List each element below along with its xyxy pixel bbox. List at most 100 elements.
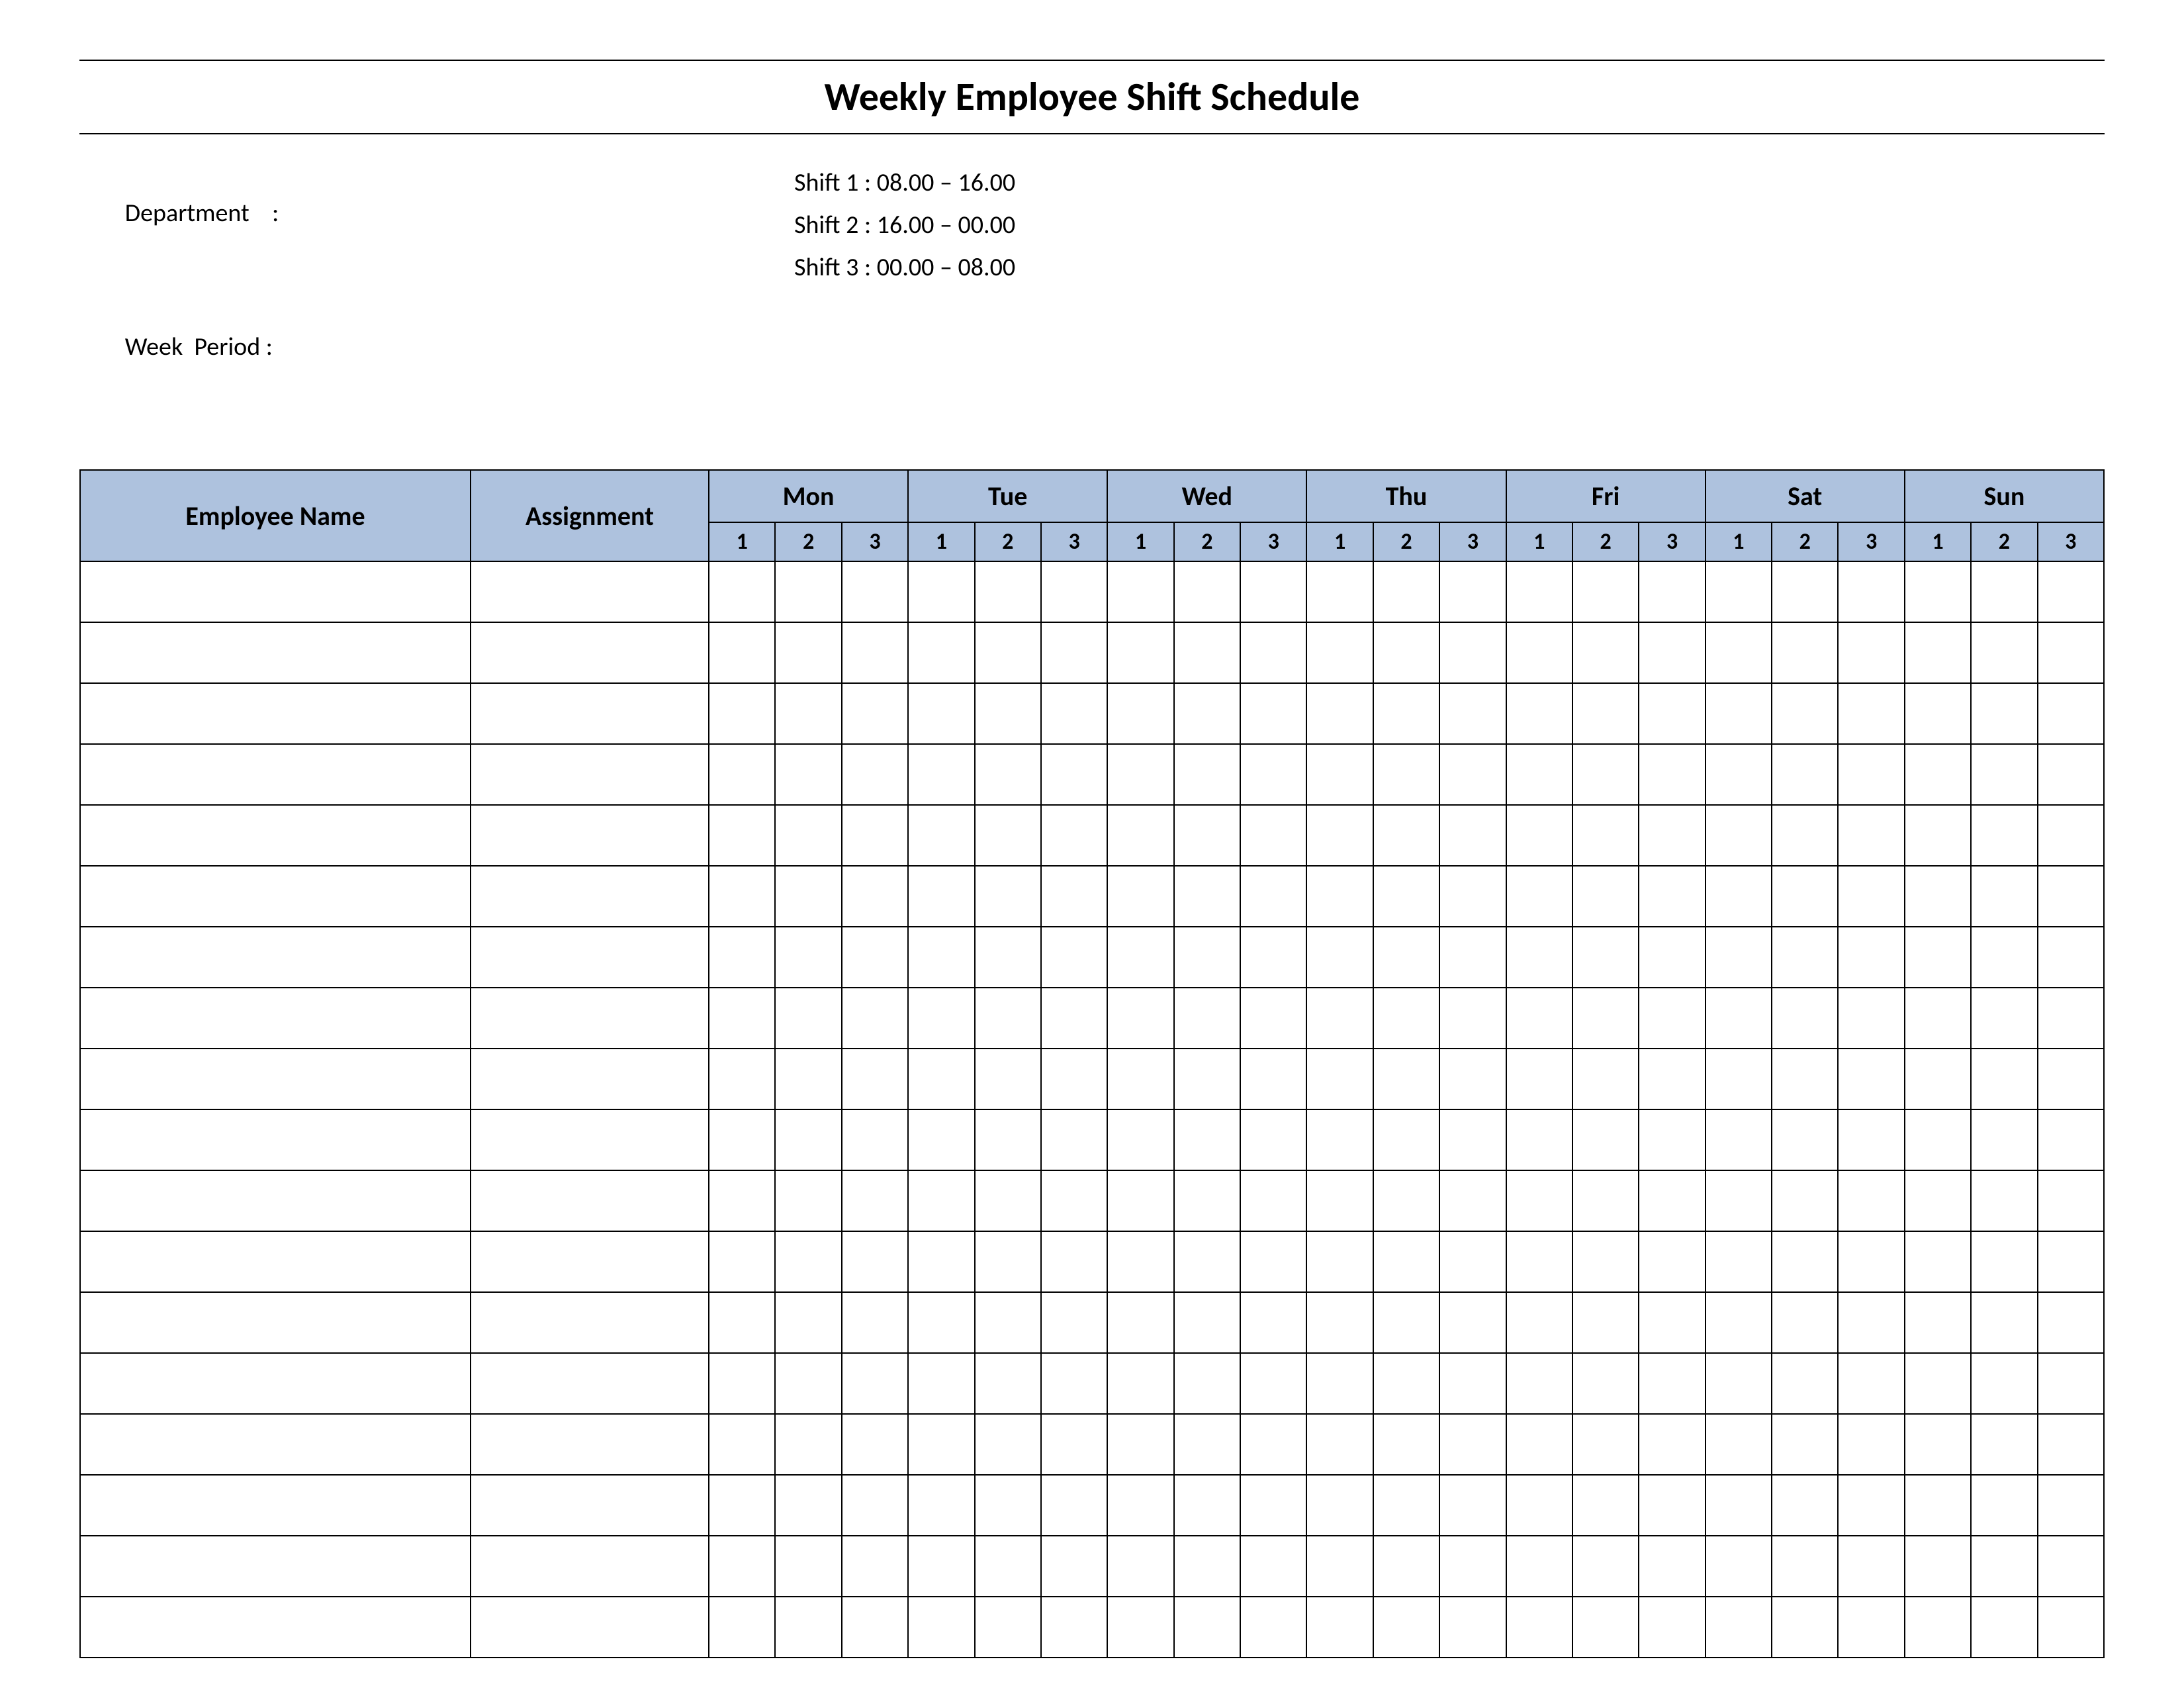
cell-shift[interactable]	[1572, 1292, 1639, 1353]
cell-employee-name[interactable]	[80, 1231, 471, 1292]
cell-shift[interactable]	[975, 927, 1041, 988]
cell-shift[interactable]	[975, 866, 1041, 927]
cell-shift[interactable]	[1838, 1597, 1904, 1658]
cell-shift[interactable]	[1373, 1536, 1439, 1597]
cell-shift[interactable]	[842, 988, 908, 1049]
cell-shift[interactable]	[1373, 988, 1439, 1049]
cell-shift[interactable]	[775, 1353, 841, 1414]
cell-shift[interactable]	[1905, 866, 1971, 927]
cell-shift[interactable]	[1373, 622, 1439, 683]
cell-shift[interactable]	[1971, 744, 2037, 805]
cell-shift[interactable]	[1506, 1049, 1572, 1109]
cell-shift[interactable]	[1639, 1049, 1705, 1109]
cell-shift[interactable]	[1373, 683, 1439, 744]
cell-shift[interactable]	[975, 1536, 1041, 1597]
cell-shift[interactable]	[908, 1109, 974, 1170]
cell-shift[interactable]	[1506, 622, 1572, 683]
cell-shift[interactable]	[975, 1292, 1041, 1353]
cell-shift[interactable]	[775, 561, 841, 622]
cell-shift[interactable]	[1572, 1353, 1639, 1414]
cell-shift[interactable]	[1838, 1231, 1904, 1292]
cell-shift[interactable]	[1306, 1292, 1373, 1353]
cell-shift[interactable]	[1107, 1536, 1173, 1597]
cell-shift[interactable]	[1107, 561, 1173, 622]
cell-shift[interactable]	[1572, 1475, 1639, 1536]
cell-shift[interactable]	[1572, 1049, 1639, 1109]
cell-shift[interactable]	[908, 1536, 974, 1597]
cell-shift[interactable]	[1041, 561, 1107, 622]
cell-shift[interactable]	[1706, 1109, 1772, 1170]
cell-shift[interactable]	[1706, 988, 1772, 1049]
cell-shift[interactable]	[709, 1536, 775, 1597]
cell-employee-name[interactable]	[80, 1049, 471, 1109]
cell-shift[interactable]	[1706, 1353, 1772, 1414]
cell-shift[interactable]	[1706, 744, 1772, 805]
cell-employee-name[interactable]	[80, 1292, 471, 1353]
cell-shift[interactable]	[709, 1109, 775, 1170]
cell-shift[interactable]	[975, 744, 1041, 805]
cell-shift[interactable]	[1306, 1170, 1373, 1231]
cell-employee-name[interactable]	[80, 744, 471, 805]
cell-shift[interactable]	[908, 927, 974, 988]
cell-shift[interactable]	[1240, 1536, 1306, 1597]
cell-shift[interactable]	[908, 988, 974, 1049]
cell-shift[interactable]	[2038, 1292, 2105, 1353]
cell-shift[interactable]	[1041, 622, 1107, 683]
cell-shift[interactable]	[1240, 805, 1306, 866]
cell-assignment[interactable]	[471, 1536, 709, 1597]
cell-assignment[interactable]	[471, 1109, 709, 1170]
cell-shift[interactable]	[709, 1597, 775, 1658]
cell-shift[interactable]	[908, 1475, 974, 1536]
cell-shift[interactable]	[775, 1414, 841, 1475]
cell-shift[interactable]	[1905, 1597, 1971, 1658]
cell-shift[interactable]	[1506, 683, 1572, 744]
cell-shift[interactable]	[2038, 1414, 2105, 1475]
cell-shift[interactable]	[1041, 1597, 1107, 1658]
cell-shift[interactable]	[709, 1414, 775, 1475]
cell-shift[interactable]	[1838, 1109, 1904, 1170]
cell-shift[interactable]	[842, 1292, 908, 1353]
cell-shift[interactable]	[1706, 561, 1772, 622]
cell-shift[interactable]	[842, 622, 908, 683]
cell-shift[interactable]	[908, 1292, 974, 1353]
cell-shift[interactable]	[1174, 1536, 1240, 1597]
cell-shift[interactable]	[1838, 744, 1904, 805]
cell-shift[interactable]	[1506, 1231, 1572, 1292]
cell-shift[interactable]	[1240, 744, 1306, 805]
cell-shift[interactable]	[975, 1414, 1041, 1475]
cell-shift[interactable]	[1439, 1353, 1506, 1414]
cell-shift[interactable]	[1373, 927, 1439, 988]
cell-shift[interactable]	[1706, 1170, 1772, 1231]
cell-shift[interactable]	[1373, 1049, 1439, 1109]
cell-shift[interactable]	[1041, 927, 1107, 988]
cell-shift[interactable]	[709, 1292, 775, 1353]
cell-shift[interactable]	[1838, 1475, 1904, 1536]
cell-shift[interactable]	[709, 622, 775, 683]
cell-shift[interactable]	[1639, 1353, 1705, 1414]
cell-shift[interactable]	[1306, 1353, 1373, 1414]
cell-shift[interactable]	[775, 1536, 841, 1597]
cell-shift[interactable]	[1706, 805, 1772, 866]
cell-shift[interactable]	[1838, 1170, 1904, 1231]
cell-shift[interactable]	[1306, 1109, 1373, 1170]
cell-shift[interactable]	[908, 1231, 974, 1292]
cell-shift[interactable]	[1107, 683, 1173, 744]
cell-shift[interactable]	[1174, 1353, 1240, 1414]
cell-employee-name[interactable]	[80, 988, 471, 1049]
cell-shift[interactable]	[775, 622, 841, 683]
cell-shift[interactable]	[1772, 1231, 1838, 1292]
cell-assignment[interactable]	[471, 683, 709, 744]
cell-shift[interactable]	[1639, 988, 1705, 1049]
cell-shift[interactable]	[1772, 1414, 1838, 1475]
cell-shift[interactable]	[842, 683, 908, 744]
cell-shift[interactable]	[1373, 1109, 1439, 1170]
cell-shift[interactable]	[1041, 683, 1107, 744]
cell-shift[interactable]	[1971, 866, 2037, 927]
cell-assignment[interactable]	[471, 1049, 709, 1109]
cell-shift[interactable]	[908, 1049, 974, 1109]
cell-shift[interactable]	[1905, 1536, 1971, 1597]
cell-shift[interactable]	[1639, 1109, 1705, 1170]
cell-shift[interactable]	[1240, 1170, 1306, 1231]
cell-shift[interactable]	[1240, 561, 1306, 622]
cell-shift[interactable]	[1772, 1170, 1838, 1231]
